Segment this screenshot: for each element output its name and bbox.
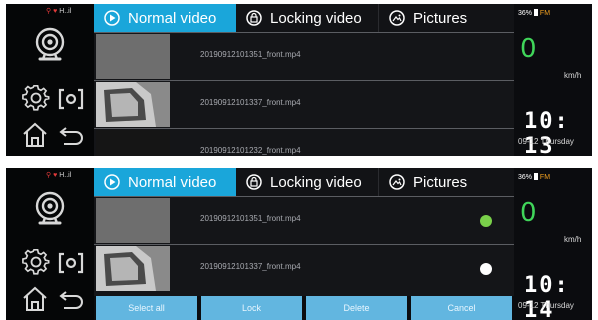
speed-unit: km/h <box>564 235 582 244</box>
battery-status: 36% FM <box>518 173 550 181</box>
play-icon <box>104 10 120 26</box>
left-sidebar: ⚲ ♥ H..il <box>6 4 94 156</box>
list-item[interactable]: 20190912101337_front.mp4 <box>94 80 514 128</box>
delete-button[interactable]: Delete <box>306 296 407 320</box>
video-thumbnail <box>96 198 170 243</box>
video-thumbnail <box>96 82 170 127</box>
right-info-panel: 36% FM 0 km/h 10: 13 09-12 Thursday <box>514 4 592 156</box>
lock-icon <box>246 10 262 26</box>
settings-gear-icon[interactable] <box>22 248 50 276</box>
tab-label: Locking video <box>270 173 362 191</box>
clock-date: 09-12 Thursday <box>518 301 574 310</box>
signal-indicator: H..il <box>59 172 72 179</box>
file-name: 20190912101351_front.mp4 <box>200 50 301 59</box>
play-icon <box>104 174 120 190</box>
video-thumbnail <box>96 34 170 79</box>
heart-icon: ♥ <box>53 172 58 179</box>
list-item[interactable]: 20190912101337_front.mp4 <box>94 244 514 292</box>
fm-indicator: FM <box>539 10 551 17</box>
list-item[interactable]: 20190912101351_front.mp4 <box>94 32 514 80</box>
tab-bar: Normal video Locking video Pictures <box>94 168 514 196</box>
list-item[interactable]: 20190912101351_front.mp4 <box>94 196 514 244</box>
tab-pictures[interactable]: Pictures <box>378 4 514 32</box>
battery-level: 36% <box>518 174 533 181</box>
tab-label: Locking video <box>270 9 362 27</box>
tab-normal-video[interactable]: Normal video <box>94 4 236 32</box>
heart-icon: ♥ <box>53 8 58 15</box>
tab-label: Normal video <box>128 173 217 191</box>
picture-icon <box>389 10 405 26</box>
wifi-icon: ⚲ <box>46 8 52 15</box>
lock-icon <box>246 174 262 190</box>
tab-locking-video[interactable]: Locking video <box>236 168 378 196</box>
tab-normal-video[interactable]: Normal video <box>94 168 236 196</box>
speed-unit: km/h <box>564 71 582 80</box>
battery-icon <box>533 173 538 180</box>
status-bar: ⚲ ♥ H..il <box>46 171 71 179</box>
picture-icon <box>389 174 405 190</box>
video-file-list: 20190912101351_front.mp4 20190912101337_… <box>94 32 514 156</box>
tab-locking-video[interactable]: Locking video <box>236 4 378 32</box>
video-thumbnail <box>96 246 170 291</box>
file-name: 20190912101232_front.mp4 <box>200 146 301 155</box>
clock-time: 10: 13 <box>524 109 570 156</box>
file-name: 20190912101337_front.mp4 <box>200 98 301 107</box>
selection-indicator-selected[interactable] <box>480 215 492 227</box>
left-sidebar: ⚲ ♥ H..il <box>6 168 94 320</box>
video-thumbnail <box>96 130 170 156</box>
camera-icon[interactable] <box>32 190 68 228</box>
action-bar: Select all Lock Delete Cancel <box>94 296 514 320</box>
fm-indicator: FM <box>539 174 551 181</box>
tab-pictures[interactable]: Pictures <box>378 168 514 196</box>
camera-icon[interactable] <box>32 26 68 64</box>
dashcam-screen-select-mode: ⚲ ♥ H..il Normal video Locking video Pic… <box>6 168 592 320</box>
file-name: 20190912101351_front.mp4 <box>200 214 301 223</box>
right-info-panel: 36% FM 0 km/h 10: 14 09-12 Thursday <box>514 168 592 320</box>
record-icon[interactable] <box>58 252 84 274</box>
list-item[interactable]: 20190912101232_front.mp4 <box>94 128 514 156</box>
file-name: 20190912101337_front.mp4 <box>200 262 301 271</box>
battery-icon <box>533 9 538 16</box>
cancel-button[interactable]: Cancel <box>411 296 512 320</box>
lock-button[interactable]: Lock <box>201 296 302 320</box>
home-icon[interactable] <box>22 122 48 148</box>
tab-label: Pictures <box>413 9 468 27</box>
back-arrow-icon[interactable] <box>58 290 84 310</box>
battery-level: 36% <box>518 10 533 17</box>
clock-date: 09-12 Thursday <box>518 137 574 146</box>
tab-label: Pictures <box>413 173 468 191</box>
selection-indicator-unselected[interactable] <box>480 263 492 275</box>
wifi-icon: ⚲ <box>46 172 52 179</box>
dashcam-screen-list: ⚲ ♥ H..il Normal video Locking video Pic… <box>6 4 592 156</box>
settings-gear-icon[interactable] <box>22 84 50 112</box>
tab-label: Normal video <box>128 9 217 27</box>
home-icon[interactable] <box>22 286 48 312</box>
select-all-button[interactable]: Select all <box>96 296 197 320</box>
status-bar: ⚲ ♥ H..il <box>46 7 71 15</box>
tab-bar: Normal video Locking video Pictures <box>94 4 514 32</box>
clock-time: 10: 14 <box>524 273 570 320</box>
signal-indicator: H..il <box>59 8 72 15</box>
back-arrow-icon[interactable] <box>58 126 84 146</box>
record-icon[interactable] <box>58 88 84 110</box>
speed-value: 0 <box>520 34 537 64</box>
speed-value: 0 <box>520 198 537 228</box>
battery-status: 36% FM <box>518 9 550 17</box>
